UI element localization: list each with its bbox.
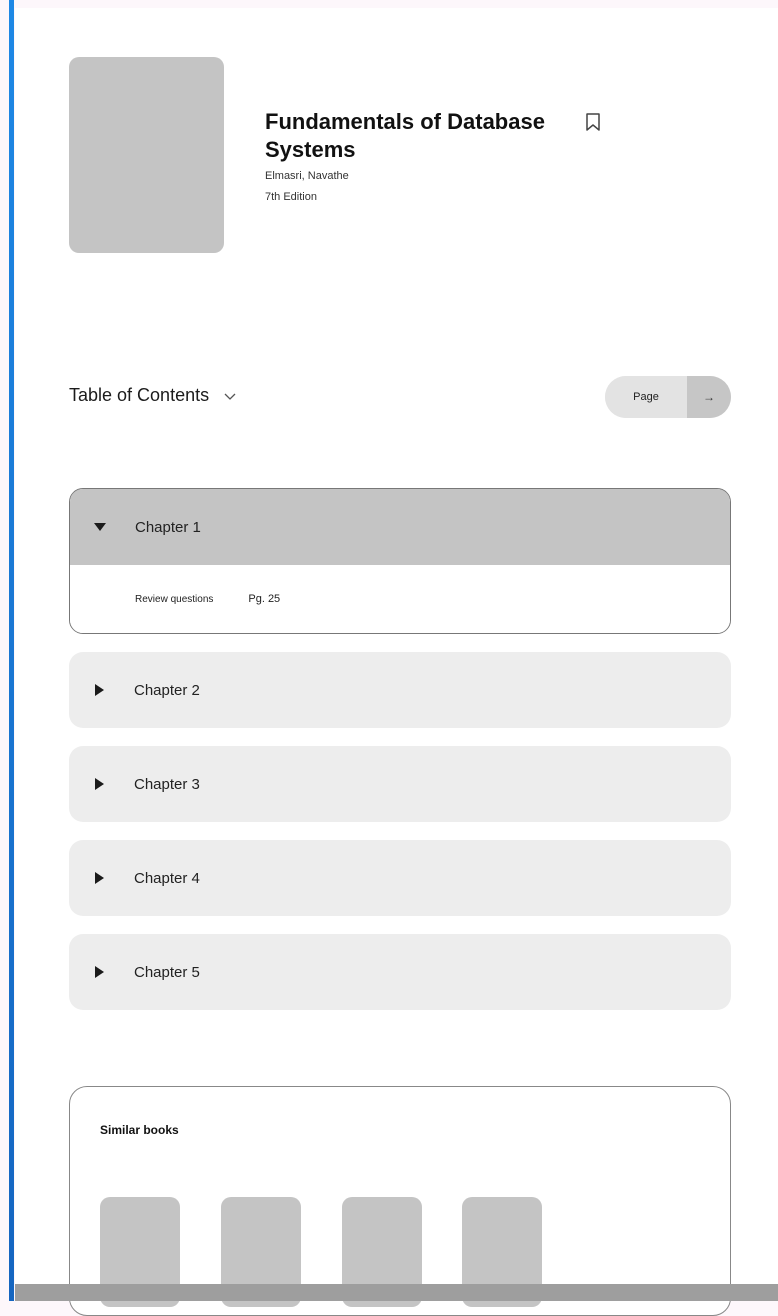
chapter-header[interactable]: Chapter 3 [69,746,731,822]
chapter-item[interactable]: Chapter 3 [69,746,731,822]
book-title: Fundamentals of Database Systems [265,109,545,162]
chapter-label: Chapter 1 [135,518,201,536]
toc-title-label: Table of Contents [69,385,210,405]
caret-right-icon [89,966,109,978]
page-button-label[interactable]: Page [605,376,687,418]
chapter-header[interactable]: Chapter 1 [70,489,730,565]
chevron-down-icon [224,393,236,400]
chapter-label: Chapter 3 [134,775,200,793]
chapter-item: Chapter 1 Review questions Pg. 25 [69,488,731,634]
chapter-header[interactable]: Chapter 5 [69,934,731,1010]
subitem-page: Pg. 25 [248,593,281,605]
arrow-right-icon[interactable]: → [687,376,731,418]
chapter-list: Chapter 1 Review questions Pg. 25 Chapte… [69,488,731,1028]
book-authors: Elmasri, Navathe [265,170,349,182]
go-to-page-button[interactable]: Page → [605,376,731,418]
chapter-item[interactable]: Chapter 4 [69,840,731,916]
chapter-label: Chapter 2 [134,681,200,699]
subitem-label: Review questions [135,593,214,605]
book-edition: 7th Edition [265,191,317,203]
caret-down-icon [90,522,110,532]
similar-books-title: Similar books [100,1123,179,1137]
caret-right-icon [89,872,109,884]
table-of-contents-dropdown[interactable]: Table of Contents [69,385,237,406]
bottom-scrollbar[interactable] [15,1284,778,1301]
chapter-label: Chapter 5 [134,963,200,981]
chapter-header[interactable]: Chapter 2 [69,652,731,728]
bookmark-icon[interactable] [584,112,602,132]
chapter-item[interactable]: Chapter 5 [69,934,731,1010]
window-edge-bar [9,0,14,1301]
chapter-label: Chapter 4 [134,869,200,887]
chapter-item[interactable]: Chapter 2 [69,652,731,728]
chapter-subitem[interactable]: Review questions Pg. 25 [70,565,730,633]
book-detail-page: Fundamentals of Database Systems Elmasri… [15,8,778,1316]
chapter-header[interactable]: Chapter 4 [69,840,731,916]
similar-books-card: Similar books [69,1086,731,1316]
caret-right-icon [89,778,109,790]
caret-right-icon [89,684,109,696]
book-cover-image [69,57,224,253]
